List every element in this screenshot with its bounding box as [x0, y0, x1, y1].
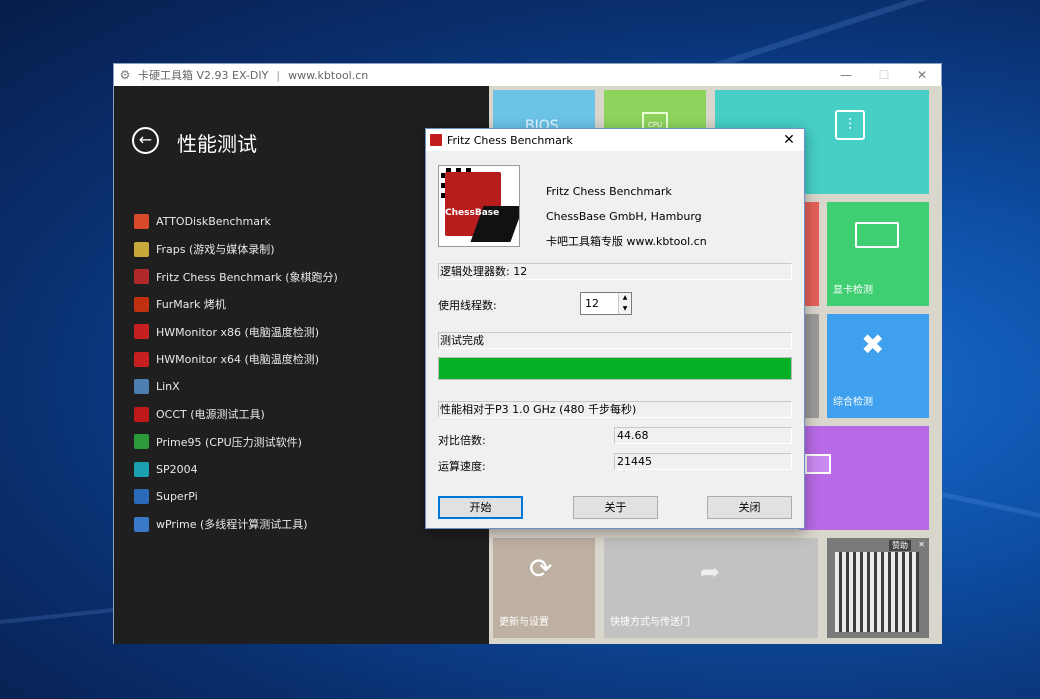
- shortcut-label: 快捷方式与传送门: [610, 617, 690, 628]
- tool-item-label: wPrime (多线程计算测试工具): [156, 518, 308, 532]
- fritz-icon: [430, 134, 442, 146]
- tool-item[interactable]: Fritz Chess Benchmark (象棋跑分): [134, 263, 338, 291]
- tool-item-label: HWMonitor x86 (电脑温度检测): [156, 325, 320, 339]
- tool-item[interactable]: wPrime (多线程计算测试工具): [134, 511, 338, 539]
- dialog-title: Fritz Chess Benchmark: [447, 133, 573, 147]
- threads-label: 使用线程数:: [438, 299, 497, 312]
- product-name: Fritz Chess Benchmark: [546, 185, 672, 198]
- tool-item-label: HWMonitor x64 (电脑温度检测): [156, 353, 320, 367]
- close-button[interactable]: ✕: [903, 68, 941, 82]
- maximize-button[interactable]: ☐: [865, 68, 903, 82]
- logical-processors-field: 逻辑处理器数: 12: [438, 263, 792, 280]
- graphics-card-icon: [855, 222, 899, 248]
- speed-value: 21445: [614, 453, 792, 470]
- prime95-icon: [134, 434, 149, 450]
- app-title: 卡硬工具箱 V2.93 EX-DIY: [138, 69, 269, 82]
- sliders-icon: ⫶: [835, 110, 865, 140]
- relative-performance-field: 性能相对于P3 1.0 GHz (480 千步每秒): [438, 401, 792, 418]
- tool-item[interactable]: FurMark 烤机: [134, 291, 338, 319]
- dialog-titlebar[interactable]: Fritz Chess Benchmark ✕: [426, 129, 804, 151]
- page-title: 性能测试: [177, 132, 257, 156]
- company-name: ChessBase GmbH, Hamburg: [546, 210, 702, 223]
- stepper-up-icon[interactable]: ▲: [619, 293, 631, 304]
- windows-stack-icon: [805, 454, 831, 474]
- title-separator: |: [276, 68, 281, 82]
- hwmonitor-icon: [134, 351, 149, 367]
- dialog-close-icon[interactable]: ✕: [774, 132, 804, 148]
- ratio-label: 对比倍数:: [438, 434, 486, 447]
- furmark-icon: [134, 296, 149, 312]
- tile-shortcut[interactable]: ➦ 快捷方式与传送门: [604, 538, 818, 638]
- wprime-icon: [134, 516, 149, 532]
- about-button[interactable]: 关于: [573, 496, 658, 519]
- tool-item[interactable]: LinX: [134, 373, 338, 401]
- update-label: 更新与设置: [499, 617, 549, 628]
- speed-label: 运算速度:: [438, 460, 486, 473]
- threads-value[interactable]: 12: [581, 293, 618, 314]
- tool-item-label: SP2004: [156, 462, 198, 476]
- hwmonitor-icon: [134, 324, 149, 340]
- app-url: www.kbtool.cn: [288, 68, 369, 82]
- disk-icon: [134, 214, 149, 230]
- tool-item-label: Fraps (游戏与媒体录制): [156, 243, 275, 257]
- product-info: Fritz Chess Benchmark ChessBase GmbH, Ha…: [546, 179, 707, 254]
- tool-item-label: FurMark 烤机: [156, 298, 226, 312]
- superpi-icon: [134, 489, 149, 505]
- qr-code-image: [835, 552, 919, 632]
- wrench-screwdriver-icon: ✖: [861, 328, 885, 361]
- refresh-icon: ⟳: [529, 552, 553, 585]
- status-field: 测试完成: [438, 332, 792, 349]
- tool-item[interactable]: SP2004: [134, 456, 338, 484]
- occt-icon: [134, 406, 149, 422]
- share-arrow-icon: ➦: [700, 558, 721, 586]
- back-arrow-icon[interactable]: ←: [132, 127, 159, 154]
- tools-label: 综合检测: [833, 397, 873, 408]
- gpu-label: 显卡检测: [833, 285, 873, 296]
- app-gear-icon: ⚙: [119, 68, 131, 82]
- sponsor-label: 赞助: [889, 540, 911, 551]
- tile-tools[interactable]: ✖ 综合检测: [827, 314, 929, 418]
- dialog-close-button[interactable]: 关闭: [707, 496, 792, 519]
- tool-item-label: ATTODiskBenchmark: [156, 215, 271, 229]
- tool-item-label: OCCT (电源测试工具): [156, 408, 265, 422]
- chess-icon: [134, 269, 149, 285]
- tool-item[interactable]: Prime95 (CPU压力测试软件): [134, 428, 338, 456]
- threads-stepper[interactable]: 12 ▲ ▼: [580, 292, 632, 315]
- benchmark-dialog: Fritz Chess Benchmark ✕ ChessBase Fritz …: [425, 128, 805, 529]
- tool-item-label: SuperPi: [156, 490, 198, 504]
- start-button[interactable]: 开始: [438, 496, 523, 519]
- tile-windows[interactable]: [799, 426, 929, 530]
- tool-item[interactable]: SuperPi: [134, 483, 338, 511]
- tool-item-label: Fritz Chess Benchmark (象棋跑分): [156, 270, 338, 284]
- fraps-icon: [134, 241, 149, 257]
- chessbase-logo: ChessBase: [438, 165, 520, 247]
- stepper-down-icon[interactable]: ▼: [619, 303, 631, 314]
- tool-item-label: LinX: [156, 380, 180, 394]
- tile-gpu[interactable]: 显卡检测: [827, 202, 929, 306]
- sponsor-close-icon[interactable]: ✕: [918, 540, 925, 549]
- linx-icon: [134, 379, 149, 395]
- tile-qrcode[interactable]: 赞助 ✕: [827, 538, 929, 638]
- window-controls: — ☐ ✕: [827, 68, 941, 82]
- tool-item[interactable]: HWMonitor x64 (电脑温度检测): [134, 346, 338, 374]
- minimize-button[interactable]: —: [827, 68, 865, 82]
- tool-item[interactable]: ATTODiskBenchmark: [134, 208, 338, 236]
- tool-list: ATTODiskBenchmark Fraps (游戏与媒体录制) Fritz Ch…: [134, 208, 338, 538]
- tool-item[interactable]: HWMonitor x86 (电脑温度检测): [134, 318, 338, 346]
- ratio-value: 44.68: [614, 427, 792, 444]
- logo-text: ChessBase: [445, 208, 500, 218]
- tool-item[interactable]: Fraps (游戏与媒体录制): [134, 236, 338, 264]
- progress-fill: [439, 358, 791, 379]
- sp2004-icon: [134, 461, 149, 477]
- tool-item-label: Prime95 (CPU压力测试软件): [156, 435, 302, 449]
- progress-bar: [438, 357, 792, 380]
- tile-update[interactable]: ⟳ 更新与设置: [493, 538, 595, 638]
- edition-note: 卡吧工具箱专版 www.kbtool.cn: [546, 235, 707, 248]
- tool-item[interactable]: OCCT (电源测试工具): [134, 401, 338, 429]
- main-titlebar[interactable]: ⚙ 卡硬工具箱 V2.93 EX-DIY | www.kbtool.cn — ☐…: [114, 64, 941, 86]
